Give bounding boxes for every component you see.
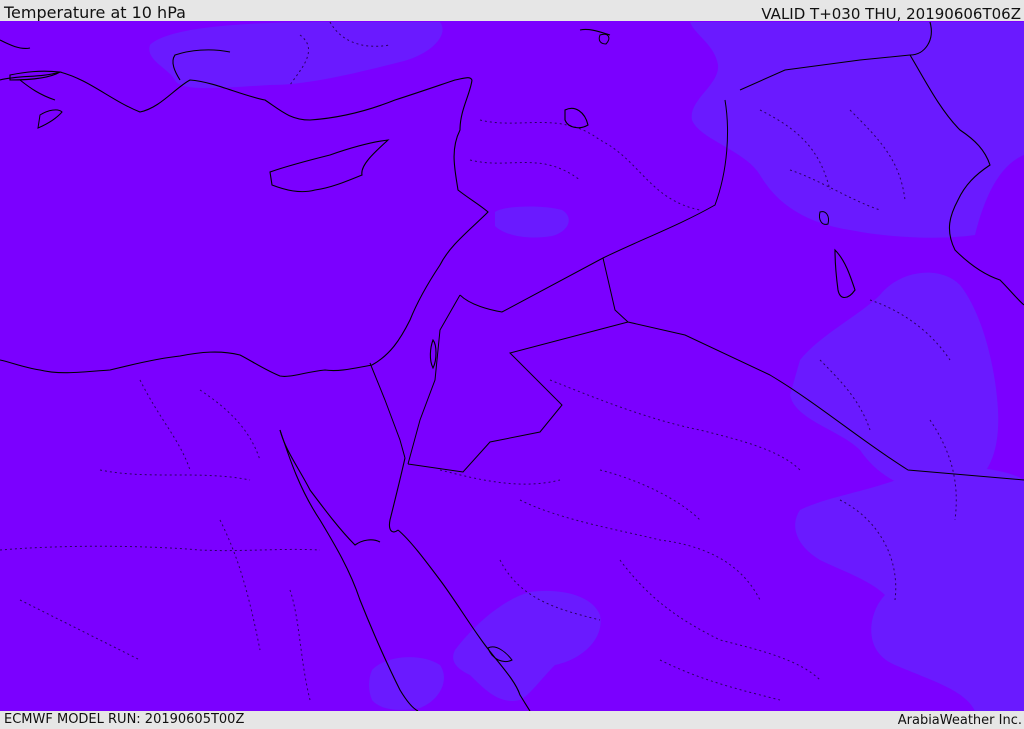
credit-label: ArabiaWeather Inc. — [897, 713, 1022, 728]
map-title: Temperature at 10 hPa — [4, 3, 186, 22]
header-bar: Temperature at 10 hPa VALID T+030 THU, 2… — [0, 0, 1024, 23]
model-run-label: ECMWF MODEL RUN: 20190605T00Z — [4, 712, 245, 727]
weather-map[interactable] — [0, 21, 1024, 711]
map-canvas — [0, 21, 1024, 711]
footer-bar: ECMWF MODEL RUN: 20190605T00Z ArabiaWeat… — [0, 711, 1024, 729]
